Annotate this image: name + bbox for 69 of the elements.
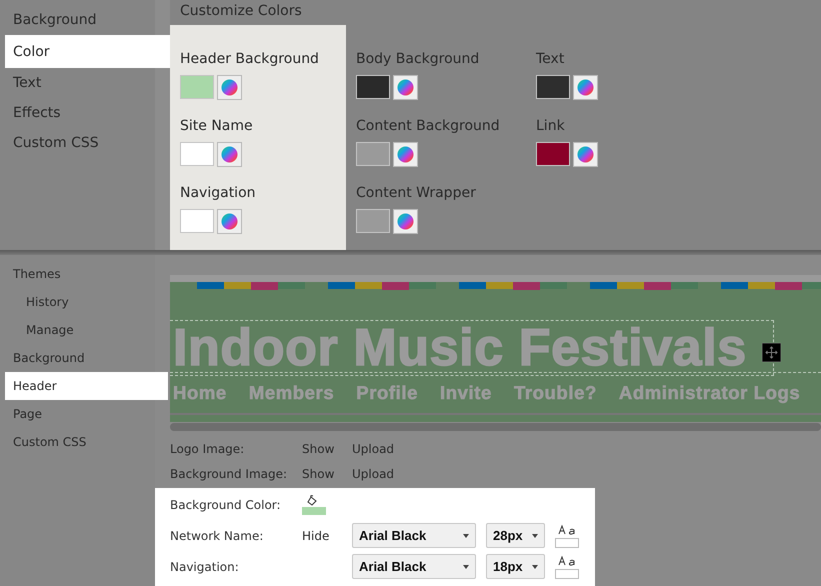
color-label: Site Name (180, 117, 254, 136)
size-select[interactable]: 18px (486, 554, 545, 579)
upload-link[interactable]: Upload (352, 466, 394, 480)
font-select[interactable]: Arial Black (352, 554, 476, 579)
toggle-link[interactable]: Show (302, 466, 352, 480)
setting-label: Logo Image: (170, 442, 246, 456)
color-picker-button[interactable] (217, 209, 242, 234)
sidebar-item[interactable]: Themes (0, 260, 155, 288)
move-icon[interactable] (762, 343, 781, 362)
setting-label: Background Image: (170, 466, 288, 480)
color-label: Content Wrapper (356, 184, 477, 203)
font-style-icon (555, 554, 579, 578)
color-label: Header Background (180, 50, 320, 69)
color-label: Navigation (180, 184, 257, 203)
color-picker-button[interactable] (393, 142, 418, 167)
color-label: Link (536, 117, 566, 136)
sidebar-item[interactable]: Page (0, 400, 155, 428)
sidebar-item[interactable]: Custom CSS (0, 428, 155, 456)
sidebar-item[interactable]: Background (0, 5, 170, 35)
caret-icon (463, 564, 469, 568)
sidebar-item[interactable]: Header (5, 372, 168, 400)
toggle-link[interactable]: Show (302, 442, 352, 456)
color-label: Body Background (356, 50, 480, 69)
color-wheel-icon (221, 146, 238, 163)
sidebar-item[interactable]: Effects (0, 98, 170, 128)
color-swatch[interactable] (356, 75, 390, 99)
size-select[interactable]: 28px (486, 523, 545, 548)
color-picker-button[interactable] (393, 209, 418, 234)
color-wheel-icon (577, 146, 594, 163)
section-heading: Customize Colors (179, 2, 303, 20)
font-select[interactable]: Arial Black (352, 523, 476, 548)
caret-icon (463, 534, 469, 538)
color-wheel-icon (577, 79, 594, 96)
caret-icon (532, 564, 538, 568)
color-wheel-icon (397, 146, 414, 163)
color-wheel-icon (397, 213, 414, 230)
font-style-icon (555, 524, 579, 548)
upload-link[interactable]: Upload (352, 442, 394, 456)
setting-label: Navigation: (170, 560, 240, 574)
color-swatch[interactable] (180, 75, 214, 99)
color-picker-button[interactable] (217, 75, 242, 100)
paint-bucket-swatch-icon[interactable] (302, 494, 326, 514)
setting-label: Background Color: (170, 498, 282, 512)
color-wheel-icon (397, 79, 414, 96)
color-label: Text (536, 50, 566, 69)
color-wheel-icon (221, 79, 238, 96)
site-title: Indoor Music Festivals (172, 322, 747, 374)
color-swatch[interactable] (180, 142, 214, 166)
color-swatch[interactable] (536, 75, 570, 99)
setting-label: Network Name: (170, 528, 264, 542)
sidebar-item[interactable]: Text (0, 68, 170, 98)
sidebar-item[interactable]: Custom CSS (0, 128, 170, 158)
color-swatch[interactable] (536, 142, 570, 166)
scrollbar[interactable] (170, 423, 821, 431)
color-wheel-icon (221, 213, 238, 230)
sidebar-item[interactable]: Manage (0, 316, 155, 344)
color-label: Content Background (356, 117, 501, 136)
color-swatch[interactable] (356, 209, 390, 233)
sidebar-item[interactable]: Background (0, 344, 155, 372)
sidebar-item[interactable]: History (0, 288, 155, 316)
sidebar-item[interactable]: Color (5, 35, 170, 68)
color-swatch[interactable] (356, 142, 390, 166)
color-picker-button[interactable] (573, 142, 598, 167)
color-picker-button[interactable] (217, 142, 242, 167)
color-swatch[interactable] (180, 209, 214, 233)
toggle-link[interactable]: Hide (302, 528, 352, 542)
caret-icon (532, 534, 538, 538)
color-picker-button[interactable] (393, 75, 418, 100)
color-picker-button[interactable] (573, 75, 598, 100)
